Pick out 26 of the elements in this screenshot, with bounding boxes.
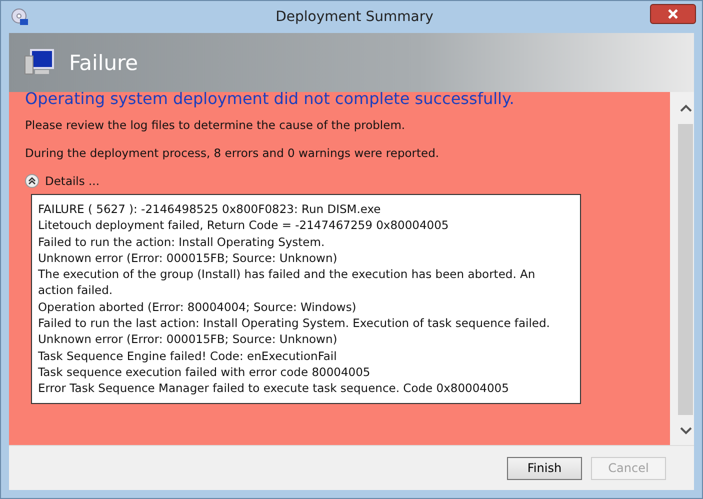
log-line: Litetouch deployment failed, Return Code = -2147467259 0x80004005 [38, 217, 450, 234]
log-line: Error Task Sequence Manager failed to execute task sequence. Code 0x80004005 [38, 380, 510, 397]
log-line: Failed to run the last action: Install Operating System. Execution of task sequence failed. [38, 315, 551, 332]
collapse-toggle[interactable] [25, 174, 39, 188]
log-line: Unknown error (Error: 000015FB; Source: Unknown) [38, 250, 338, 266]
log-line: Operation aborted (Error: 80004004; Source: Windows) [38, 298, 358, 316]
scroll-down-icon[interactable] [680, 427, 692, 435]
log-line: Unknown error (Error: 000015FB; Source: Unknown) [38, 331, 338, 348]
message-text: During the deployment process, 8 errors and 0 warnings were reported. [25, 146, 440, 160]
message-text: Please review the log files to determine the cause of the problem. [25, 118, 406, 132]
scroll-thumb[interactable] [678, 124, 693, 415]
log-line: The execution of the group (Install) has failed and the execution has been aborted. An action failed. [38, 266, 536, 299]
close-icon[interactable] [667, 9, 679, 19]
log-line: Failed to run the action: Install Operating System. [38, 234, 326, 250]
window-title: Deployment Summary [274, 9, 434, 25]
disc-icon [11, 8, 29, 26]
computer-icon [23, 48, 55, 78]
log-line: FAILURE ( 5627 ): -2146498525 0x800F0823: Run DISM.exe [38, 201, 382, 218]
dialog-button[interactable]: Finish [507, 456, 582, 480]
header-title: Failure [69, 50, 138, 74]
scroll-up-icon[interactable] [680, 104, 692, 112]
close-button[interactable] [650, 4, 696, 24]
details-label: Details ... [45, 174, 100, 188]
log-line: Task Sequence Engine failed! Code: enExecutionFail [38, 348, 338, 364]
status-heading: Operating system deployment did not complete successfully. [25, 92, 516, 108]
log-line: Task sequence execution failed with error code 80004005 [38, 364, 372, 380]
